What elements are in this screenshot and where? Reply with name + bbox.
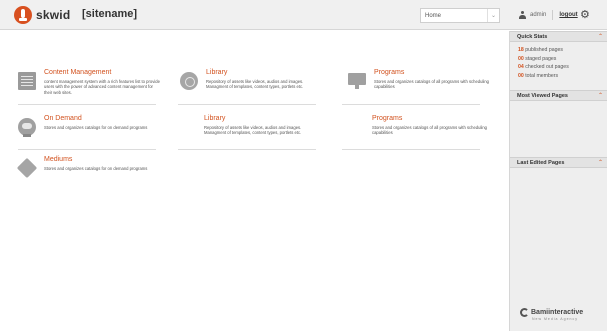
row-divider: [178, 149, 316, 150]
stat-label: staged pages: [525, 55, 557, 62]
stat-count: 04: [518, 64, 524, 70]
stat-label: checked out pages: [525, 64, 569, 70]
site-page-select[interactable]: Home ⌄: [420, 8, 500, 23]
stat-count: 00: [518, 55, 524, 62]
quick-stats-header[interactable]: Quick Stats ⌃: [510, 31, 607, 42]
tag-icon: [16, 157, 38, 179]
brand-name: skwid: [36, 8, 71, 22]
panel-title: Most Viewed Pages: [517, 93, 568, 99]
site-name: [sitename]: [82, 8, 138, 20]
collapse-icon[interactable]: ⌃: [598, 92, 603, 99]
partner-logo: Bamiinteractive New Media Agency: [520, 308, 584, 321]
row-divider: [18, 104, 156, 105]
username: admin: [530, 12, 547, 18]
module-on-demand[interactable]: On Demand Stores and organizes catalogs …: [18, 115, 160, 153]
library-icon: [180, 72, 198, 90]
module-description: Stores and organizes catalogs for on dem…: [44, 166, 148, 171]
monitor-icon: [348, 73, 366, 89]
stat-label: total members: [525, 72, 559, 79]
stat-label: published pages: [525, 47, 564, 53]
chevron-down-icon[interactable]: ⌄: [487, 9, 499, 22]
right-sidebar: Quick Stats ⌃ 18 published pages 00 stag…: [509, 31, 607, 331]
brand-logo[interactable]: skwid: [14, 6, 70, 24]
module-description: Repository of assets like videos, audios…: [206, 79, 304, 90]
user-area: admin logout: [519, 10, 578, 20]
stat-item: 00 staged pages: [518, 55, 569, 64]
stat-count: 00: [518, 72, 524, 79]
on-demand-icon: [18, 118, 36, 137]
module-title[interactable]: Library: [206, 69, 227, 76]
logo-icon: [14, 6, 32, 24]
module-description: Stores and organizes catalogs of all pro…: [372, 125, 487, 136]
logout-link[interactable]: logout: [559, 12, 577, 18]
partner-name: Bamiinteractive: [531, 309, 584, 316]
last-edited-header[interactable]: Last Edited Pages ⌃: [510, 157, 607, 168]
partner-tagline: New Media Agency: [532, 317, 578, 321]
collapse-icon[interactable]: ⌃: [598, 159, 603, 166]
module-programs[interactable]: Programs Stores and organizes catalogs o…: [348, 115, 490, 153]
module-title[interactable]: Programs: [372, 115, 402, 122]
panel-title: Last Edited Pages: [517, 160, 565, 166]
module-title[interactable]: On Demand: [44, 115, 82, 122]
module-title[interactable]: Mediums: [44, 156, 72, 163]
site-page-select-value: Home: [425, 12, 442, 19]
module-description: Stores and organizes catalogs for on dem…: [44, 125, 148, 130]
module-description: content management system with a rich fe…: [44, 79, 160, 95]
module-title[interactable]: Library: [204, 115, 225, 122]
module-grid: Content Management content management sy…: [0, 31, 508, 331]
user-icon: [519, 11, 526, 19]
row-divider: [342, 149, 480, 150]
module-description: Repository of assets like videos, audios…: [204, 125, 302, 136]
stat-item: 18 published pages: [518, 46, 569, 55]
top-header: skwid [sitename] Home ⌄ admin logout ⚙: [0, 0, 607, 30]
module-title[interactable]: Programs: [374, 69, 404, 76]
divider: [552, 10, 554, 20]
module-description: Stores and organizes catalogs of all pro…: [374, 79, 489, 90]
module-library[interactable]: Library Repository of assets like videos…: [180, 69, 322, 107]
module-content-management[interactable]: Content Management content management sy…: [18, 69, 160, 107]
panel-title: Quick Stats: [517, 34, 548, 40]
gear-icon[interactable]: ⚙: [580, 9, 590, 21]
module-title[interactable]: Content Management: [44, 69, 111, 76]
collapse-icon[interactable]: ⌃: [598, 33, 603, 40]
stat-item: 00 total members: [518, 72, 569, 81]
row-divider: [178, 104, 316, 105]
stat-item: 04 checked out pages: [518, 63, 569, 72]
quick-stats-list: 18 published pages 00 staged pages 04 ch…: [518, 46, 569, 80]
module-library[interactable]: Library Repository of assets like videos…: [180, 115, 322, 153]
document-icon: [18, 72, 36, 90]
stat-count: 18: [518, 47, 524, 53]
module-programs[interactable]: Programs Stores and organizes catalogs o…: [348, 69, 490, 107]
module-mediums[interactable]: Mediums Stores and organizes catalogs fo…: [16, 156, 160, 194]
row-divider: [342, 104, 480, 105]
partner-logo-icon: [520, 308, 529, 317]
most-viewed-header[interactable]: Most Viewed Pages ⌃: [510, 90, 607, 101]
row-divider: [18, 149, 156, 150]
